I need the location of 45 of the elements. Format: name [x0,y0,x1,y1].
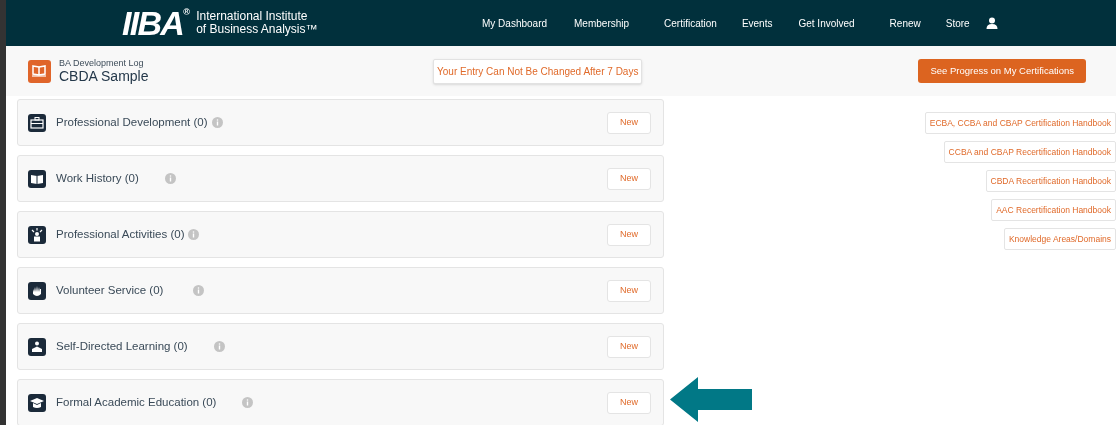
section-title: Work History (0) [56,170,139,186]
new-button[interactable]: New [607,111,651,134]
info-icon[interactable] [193,285,205,296]
info-icon[interactable] [164,173,176,184]
handbook-link[interactable]: CBDA Recertification Handbook [985,170,1116,192]
section-title: Professional Development (0) [56,114,208,130]
notice-banner: Your Entry Can Not Be Changed After 7 Days [433,58,643,84]
section-title: Self-Directed Learning (0) [56,338,188,354]
section-title: Formal Academic Education (0) [56,394,217,410]
nav-link[interactable]: Store [945,15,970,31]
progress-button[interactable]: See Progress on My Certifications [918,59,1086,83]
nav-link[interactable]: Membership [574,15,630,31]
nav-link[interactable]: Certification [664,15,717,31]
person-reading-icon [28,337,46,356]
handbook-link[interactable]: Knowledge Areas/Domains [1003,228,1116,250]
new-button[interactable]: New [607,167,651,190]
organization-name: of Business Analysis™ [196,23,318,36]
new-button[interactable]: New [607,335,651,358]
section-title: Professional Activities (0) [56,226,185,242]
new-button[interactable]: New [607,223,651,246]
info-icon[interactable] [242,397,254,408]
user-icon[interactable] [985,17,998,29]
info-icon[interactable] [213,341,225,352]
hand-icon [28,281,46,300]
nav-link[interactable]: Get Involved [798,15,855,31]
handbook-link[interactable]: ECBA, CCBA and CBAP Certification Handbook [924,112,1116,134]
info-icon[interactable] [188,229,200,240]
logo-mark: IIBA® [122,6,189,40]
briefcase-icon [28,113,46,132]
nav-link[interactable]: Renew [889,15,921,31]
person-burst-icon [28,225,46,244]
book-icon [28,59,51,83]
page-subtitle: BA Development Log [59,58,145,68]
handbook-link[interactable]: AAC Recertification Handbook [991,199,1116,221]
handbook-link[interactable]: CCBA and CBAP Recertification Handbook [943,141,1116,163]
book-icon [28,169,46,188]
graduation-cap-icon [28,393,46,412]
nav-link[interactable]: Events [741,15,773,31]
info-icon[interactable] [211,117,223,128]
section-title: Volunteer Service (0) [56,282,164,298]
organization-name: International Institute [196,10,309,23]
nav-link[interactable]: My Dashboard [482,15,548,31]
page-title: CBDA Sample [59,68,150,84]
new-button[interactable]: New [607,279,651,302]
new-button[interactable]: New [607,391,651,414]
